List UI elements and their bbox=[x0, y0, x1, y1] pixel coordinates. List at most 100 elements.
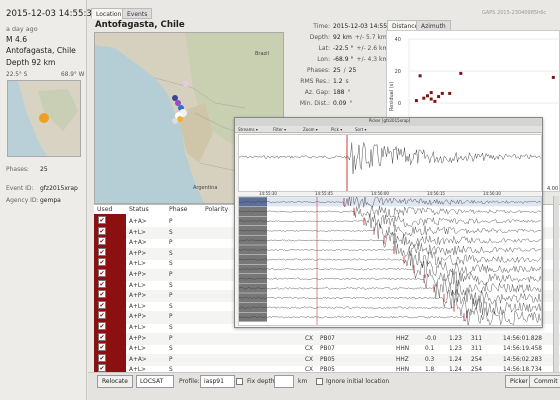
info-depth-row: Depth: 92 km +/- 5.7 km bbox=[309, 34, 387, 41]
picker-streams-menu[interactable]: Streams ▾ bbox=[238, 127, 258, 132]
origin-lon: -68.9 ° bbox=[333, 56, 354, 63]
residual-point bbox=[429, 91, 433, 95]
cell-status: A+A> bbox=[129, 219, 147, 225]
picker-sort-menu[interactable]: Sort ▾ bbox=[355, 127, 366, 132]
used-checkbox[interactable]: ✔ bbox=[98, 300, 106, 309]
waveform-trace bbox=[239, 306, 541, 325]
event-id-label: Event ID: bbox=[6, 185, 34, 192]
used-checkbox[interactable]: ✔ bbox=[98, 226, 106, 235]
waveform-trace bbox=[239, 222, 541, 240]
waveform-trace bbox=[239, 213, 541, 229]
cell-sta: PB07 bbox=[320, 346, 335, 353]
picker-pick-menu[interactable]: Pick ▾ bbox=[331, 127, 342, 132]
cell-status: A+L> bbox=[129, 303, 146, 310]
origin-phases: 25 bbox=[333, 67, 341, 74]
cell-az: 311 bbox=[471, 335, 483, 342]
cell-status: A+L> bbox=[129, 346, 146, 353]
cell-dist: 1.24 bbox=[449, 356, 462, 363]
overview-map[interactable] bbox=[7, 80, 81, 157]
residual-point bbox=[551, 75, 555, 79]
cell-time: 14:56:02.283 bbox=[503, 356, 542, 363]
cell-status: A+L> bbox=[129, 229, 146, 236]
cell-az: 311 bbox=[471, 346, 483, 353]
relocate-button[interactable]: Relocate bbox=[97, 375, 133, 388]
event-marker-icon bbox=[39, 113, 49, 123]
col-polarity[interactable]: Polarity bbox=[205, 206, 228, 213]
profile-label: Profile: bbox=[179, 378, 200, 385]
used-checkbox[interactable]: ✔ bbox=[98, 237, 106, 246]
event-time: 2015-12-03 14:55:39 bbox=[6, 9, 98, 19]
picker-zoom-menu[interactable]: Zoom ▾ bbox=[303, 127, 318, 132]
table-row[interactable]: A+L> S CX PB05 HHN 1.8 1.24 254 14:56:18.734 bbox=[94, 364, 560, 372]
col-status[interactable]: Status bbox=[129, 206, 149, 213]
residual-point bbox=[426, 94, 429, 98]
fix-depth-checkbox[interactable] bbox=[236, 378, 243, 385]
cell-phase: S bbox=[169, 282, 173, 289]
waveform-trace bbox=[239, 142, 541, 174]
col-phase[interactable]: Phase bbox=[169, 206, 187, 213]
cell-status: A+A> bbox=[129, 240, 147, 247]
cell-phase: P bbox=[169, 240, 173, 247]
origin-region-title: Antofagasta, Chile bbox=[95, 20, 185, 30]
table-scrollbar[interactable] bbox=[553, 196, 559, 372]
picker-filter-menu[interactable]: Filter ▾ bbox=[273, 127, 286, 132]
info-lat-row: Lat: -22.5 ° +/- 2.6 km bbox=[318, 45, 389, 52]
cell-phase: S bbox=[169, 325, 173, 331]
map-label-argentina: Argentina bbox=[193, 185, 218, 191]
picker-window[interactable]: Picker [gfz2015xrap] Streams ▾ Filter ▾ … bbox=[234, 117, 543, 328]
cell-status: A+A> bbox=[129, 356, 147, 363]
used-checkbox[interactable]: ✔ bbox=[98, 279, 106, 288]
waveform-trace bbox=[239, 297, 541, 318]
used-checkbox[interactable]: ✔ bbox=[98, 216, 106, 224]
used-checkbox[interactable]: ✔ bbox=[98, 258, 106, 267]
waveform-trace bbox=[239, 269, 541, 289]
col-used[interactable]: Used bbox=[97, 206, 113, 213]
cell-res: 0.3 bbox=[425, 356, 435, 363]
used-checkbox[interactable]: ✔ bbox=[98, 311, 106, 320]
cell-net: CX bbox=[305, 356, 314, 363]
info-time-row: Time: 2015-12-03 14:55:39 bbox=[313, 23, 397, 30]
map-label-brazil: Brazil bbox=[255, 51, 269, 57]
residual-point bbox=[414, 99, 418, 103]
event-summary-panel: 2015-12-03 14:55:39 a day ago M 4.6 Anto… bbox=[0, 0, 97, 400]
used-checkbox[interactable]: ✔ bbox=[98, 353, 106, 362]
cell-status: A+L> bbox=[129, 261, 146, 268]
agency-value: gempa bbox=[40, 197, 61, 204]
used-checkbox[interactable]: ✔ bbox=[98, 332, 106, 341]
used-checkbox[interactable]: ✔ bbox=[98, 269, 106, 277]
cell-status: A+L> bbox=[129, 282, 146, 289]
ytick-label: 40 bbox=[395, 37, 401, 43]
cell-status: A+P> bbox=[129, 335, 147, 342]
picker-main-trace[interactable] bbox=[238, 134, 542, 192]
event-depth: Depth 92 km bbox=[6, 58, 56, 67]
cell-phase: P bbox=[169, 314, 173, 321]
used-checkbox[interactable]: ✔ bbox=[98, 247, 106, 256]
used-checkbox[interactable]: ✔ bbox=[98, 343, 106, 352]
ignore-initial-checkbox[interactable] bbox=[316, 378, 323, 385]
used-checkbox[interactable]: ✔ bbox=[98, 322, 106, 330]
event-region: Antofagasta, Chile bbox=[6, 46, 76, 55]
station-waveforms bbox=[239, 197, 541, 325]
commit-button[interactable]: Commit bbox=[529, 375, 560, 388]
fix-depth-input[interactable] bbox=[274, 375, 294, 388]
fix-depth-label: Fix depth bbox=[247, 378, 275, 385]
agency-label: Agency ID: bbox=[6, 197, 39, 204]
overview-map-graphic bbox=[8, 81, 80, 156]
locator-select[interactable]: LOCSAT bbox=[136, 375, 175, 388]
event-lat: 22.5° S bbox=[6, 72, 28, 78]
picker-trace-list[interactable] bbox=[238, 196, 542, 326]
event-magnitude: M 4.6 bbox=[6, 35, 28, 44]
cell-dist: 1.23 bbox=[449, 346, 462, 353]
origin-lat: -22.5 ° bbox=[333, 45, 354, 52]
cell-cha: HHN bbox=[396, 346, 410, 353]
cell-status: A+P> bbox=[129, 293, 147, 300]
waveform-trace bbox=[239, 206, 541, 218]
used-checkboxes: ✔ ✔ ✔ ✔ ✔ ✔ ✔ ✔ ✔ ✔ ✔ ✔ ✔ ✔ ✔ bbox=[94, 214, 126, 373]
waveform-trace bbox=[239, 260, 541, 279]
ytick-label: 20 bbox=[395, 69, 401, 75]
cell-dist: 1.23 bbox=[449, 335, 462, 342]
profile-select[interactable]: iasp91 bbox=[200, 375, 235, 388]
used-checkbox[interactable]: ✔ bbox=[98, 290, 106, 299]
tab-events[interactable]: Events bbox=[122, 8, 153, 19]
cell-time: 14:56:01.828 bbox=[503, 335, 542, 342]
